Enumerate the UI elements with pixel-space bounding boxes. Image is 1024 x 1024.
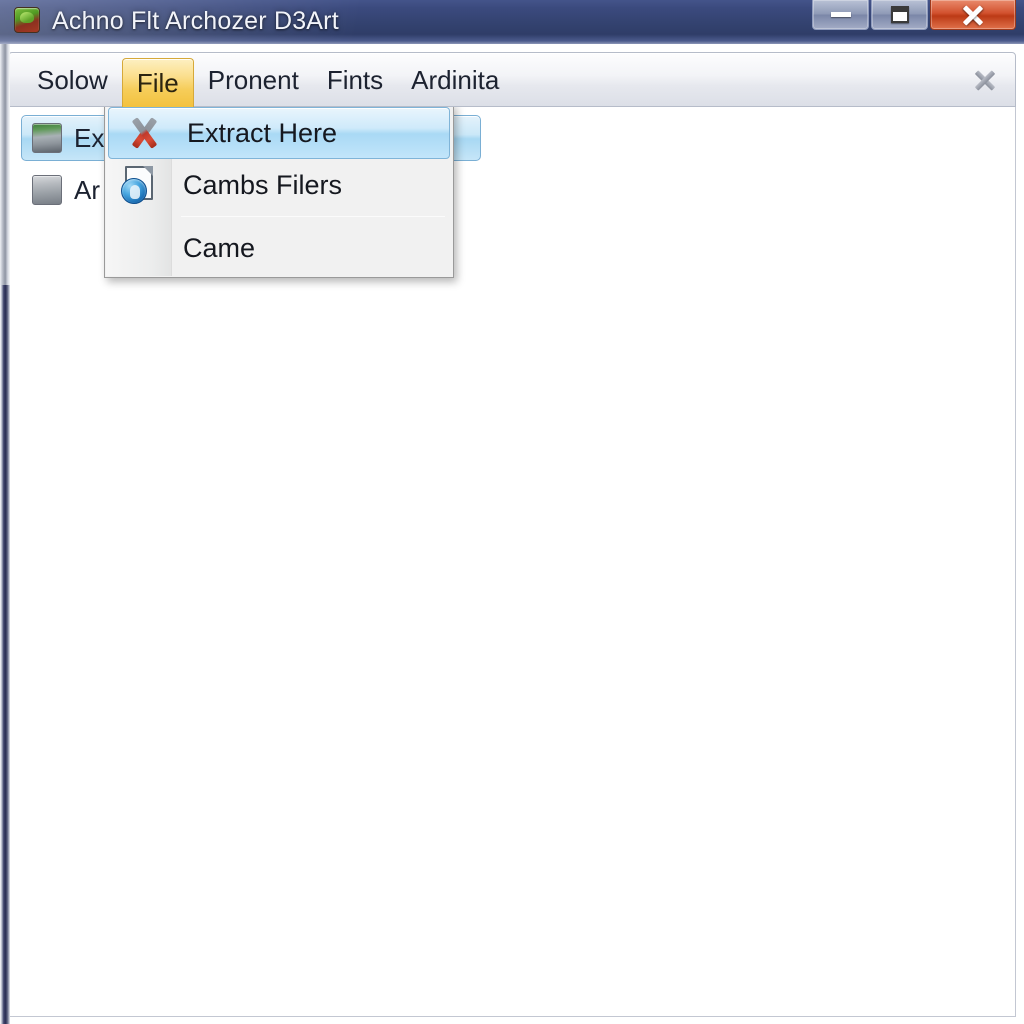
extract-archive-icon — [32, 123, 62, 153]
toolbar-row-label: Ex — [74, 122, 105, 153]
empty-icon-slot — [119, 228, 161, 268]
menu-item-list: Solow File Pronent Fints Ardinita — [23, 53, 513, 108]
minimize-button[interactable] — [812, 0, 869, 30]
document-globe-icon — [119, 165, 161, 205]
menubar-close-icon[interactable] — [971, 67, 999, 95]
close-button[interactable] — [930, 0, 1016, 30]
file-dropdown-menu: Extract Here Cambs Filers Came — [104, 107, 454, 278]
app-icon — [14, 7, 40, 33]
menu-item-file[interactable]: File — [121, 58, 194, 108]
client-area: Ex Ar Extract Here Cambs Filers Came — [8, 107, 1016, 1017]
menu-option-cambs-filers[interactable]: Cambs Filers — [105, 159, 453, 211]
menu-item-label: Solow — [37, 65, 108, 95]
menu-option-extract-here[interactable]: Extract Here — [108, 107, 450, 159]
menu-item-label: Pronent — [207, 65, 299, 95]
menu-item-label: Fints — [326, 65, 384, 95]
menu-item-pronent[interactable]: Pronent — [194, 53, 313, 108]
window-frame-edge-lower — [0, 285, 10, 1024]
window-controls — [810, 0, 1016, 32]
menu-item-label: File — [136, 68, 179, 98]
minimize-icon — [830, 12, 851, 17]
menu-option-label: Came — [183, 232, 256, 263]
toolbar-row-label: Ar — [74, 174, 100, 205]
menu-item-fints[interactable]: Fints — [313, 53, 397, 108]
window-title: Achno Flt Archozer D3Art — [52, 7, 339, 35]
add-archive-icon — [32, 175, 62, 205]
title-bar: Achno Flt Archozer D3Art — [0, 0, 1024, 44]
menu-item-label: Ardinita — [411, 65, 500, 95]
menu-separator — [181, 216, 445, 217]
application-window: Achno Flt Archozer D3Art Solow File Pron… — [0, 0, 1024, 1024]
menu-bar: Solow File Pronent Fints Ardinita — [8, 52, 1016, 108]
maximize-button[interactable] — [871, 0, 928, 30]
menu-option-label: Cambs Filers — [183, 169, 343, 200]
close-icon — [960, 2, 986, 28]
window-frame-edge-upper — [0, 44, 10, 287]
menu-option-came[interactable]: Came — [105, 222, 453, 274]
maximize-icon — [890, 6, 909, 23]
menu-item-ardinita[interactable]: Ardinita — [397, 53, 513, 108]
menu-option-label: Extract Here — [187, 117, 338, 148]
globe-shape — [121, 178, 147, 204]
menu-item-solow[interactable]: Solow — [23, 53, 122, 108]
extract-x-icon — [123, 113, 165, 153]
